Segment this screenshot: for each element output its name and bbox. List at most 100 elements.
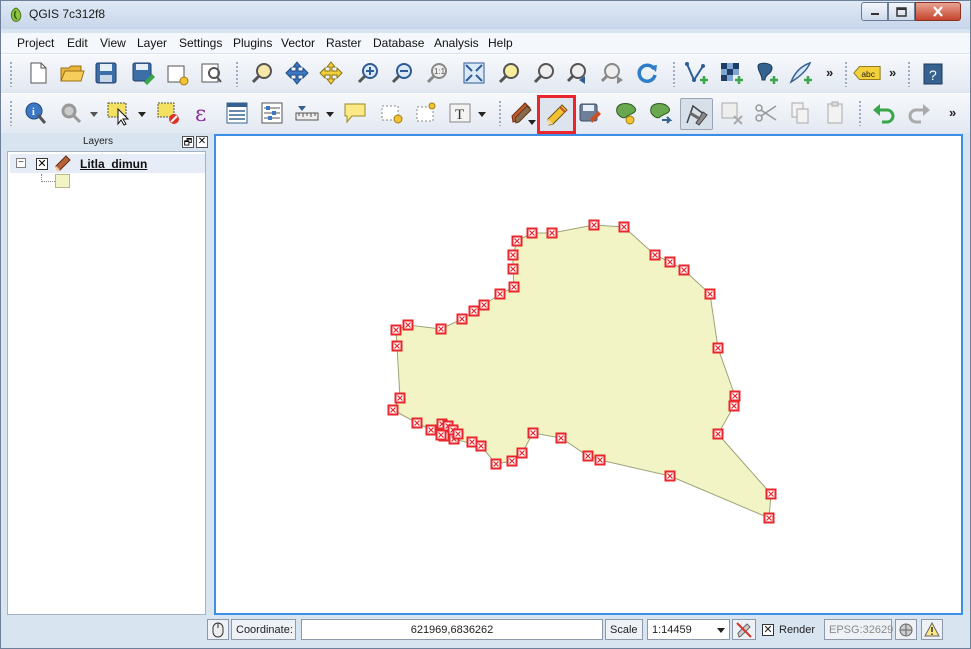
toolbar-overflow-chevron[interactable]: » — [949, 105, 956, 120]
menu-plugins[interactable]: Plugins — [233, 36, 272, 50]
close-panel-icon[interactable]: ✕ — [196, 136, 208, 148]
run-action-button[interactable] — [56, 98, 86, 128]
menu-analysis[interactable]: Analysis — [434, 36, 479, 50]
vertex-marker[interactable] — [582, 450, 594, 462]
deselect-button[interactable] — [153, 98, 183, 128]
chevron-down-icon[interactable] — [478, 110, 486, 118]
vertex-marker[interactable] — [435, 429, 447, 441]
toolbar-grip[interactable] — [844, 61, 848, 87]
vertex-marker[interactable] — [546, 227, 558, 239]
vertex-marker[interactable] — [468, 305, 480, 317]
new-project-button[interactable] — [23, 58, 53, 88]
statistics-button[interactable] — [257, 98, 287, 128]
delete-selected-button[interactable] — [717, 98, 747, 128]
vertex-marker[interactable] — [475, 440, 487, 452]
toolbar-grip[interactable] — [498, 100, 502, 126]
add-spatialite-layer-button[interactable] — [785, 58, 815, 88]
vertex-marker[interactable] — [411, 417, 423, 429]
attribute-table-button[interactable] — [222, 98, 252, 128]
vertex-marker[interactable] — [526, 227, 538, 239]
vertex-marker[interactable] — [712, 342, 724, 354]
new-print-composer-button[interactable] — [162, 58, 192, 88]
toolbar-grip[interactable] — [858, 100, 862, 126]
toolbar-overflow-chevron[interactable]: » — [889, 65, 896, 80]
vertex-marker[interactable] — [704, 288, 716, 300]
vertex-marker[interactable] — [506, 455, 518, 467]
vertex-marker[interactable] — [490, 458, 502, 470]
vertex-marker[interactable] — [729, 390, 741, 402]
vertex-marker[interactable] — [425, 424, 437, 436]
help-button[interactable]: ? — [918, 59, 948, 89]
layer-item-litla-dimun[interactable]: − ✕ Litla_dimun — [10, 154, 205, 173]
node-tool-button[interactable] — [680, 98, 713, 130]
layer-visibility-checkbox[interactable]: ✕ — [36, 158, 48, 170]
zoom-in-button[interactable] — [353, 58, 383, 88]
composer-manager-button[interactable] — [196, 58, 226, 88]
cut-features-button[interactable] — [751, 98, 781, 128]
vertex-marker[interactable] — [712, 428, 724, 440]
vertex-marker[interactable] — [649, 249, 661, 261]
menu-layer[interactable]: Layer — [137, 36, 167, 50]
messages-button[interactable] — [921, 619, 943, 640]
move-feature-button[interactable] — [646, 98, 676, 128]
add-vector-layer-button[interactable] — [681, 58, 711, 88]
menu-edit[interactable]: Edit — [67, 36, 88, 50]
refresh-button[interactable] — [632, 58, 662, 88]
minimize-button[interactable] — [861, 2, 888, 21]
maximize-button[interactable] — [888, 2, 915, 21]
vertex-marker[interactable] — [390, 324, 402, 336]
vertex-marker[interactable] — [728, 400, 740, 412]
crs-status-button[interactable]: EPSG:32629 — [824, 619, 893, 640]
add-feature-button[interactable] — [611, 98, 641, 128]
vertex-marker[interactable] — [765, 488, 777, 500]
vertex-marker[interactable] — [391, 340, 403, 352]
toolbar-grip[interactable] — [9, 61, 13, 87]
vertex-marker[interactable] — [394, 392, 406, 404]
chevron-down-icon[interactable] — [90, 110, 98, 118]
toolbar-grip[interactable] — [672, 61, 676, 87]
form-annotation-button[interactable] — [377, 98, 407, 128]
vertex-marker[interactable] — [435, 323, 447, 335]
vertex-marker[interactable] — [618, 221, 630, 233]
copy-features-button[interactable] — [785, 98, 815, 128]
collapse-toggle-icon[interactable]: − — [16, 158, 26, 168]
vertex-marker[interactable] — [387, 404, 399, 416]
vertex-marker[interactable] — [763, 512, 775, 524]
vertex-marker[interactable] — [466, 436, 478, 448]
chevron-down-icon[interactable] — [138, 110, 146, 118]
vertex-marker[interactable] — [678, 264, 690, 276]
chevron-down-icon[interactable] — [713, 620, 729, 639]
close-button[interactable] — [915, 2, 961, 21]
polygon-feature[interactable] — [392, 224, 772, 519]
zoom-full-button[interactable] — [459, 58, 489, 88]
zoom-next-button[interactable] — [597, 58, 627, 88]
render-checkbox[interactable]: ✕ — [762, 623, 774, 636]
undo-button[interactable] — [869, 98, 899, 128]
text-annotation-button[interactable]: T — [445, 98, 475, 128]
vertex-marker[interactable] — [456, 313, 468, 325]
identify-button[interactable]: i — [21, 98, 51, 128]
coordinate-field[interactable]: 621969,6836262 — [301, 619, 603, 640]
vertex-marker[interactable] — [516, 447, 528, 459]
save-edits-button[interactable] — [575, 98, 605, 128]
menu-view[interactable]: View — [100, 36, 126, 50]
vertex-marker[interactable] — [507, 263, 519, 275]
add-raster-layer-button[interactable] — [716, 58, 746, 88]
svg-annotation-button[interactable] — [412, 98, 442, 128]
layers-panel-header[interactable]: Layers 🗗 ✕ — [5, 135, 208, 150]
map-canvas[interactable] — [214, 134, 963, 615]
vertex-marker[interactable] — [508, 281, 520, 293]
toolbar-grip[interactable] — [907, 61, 911, 87]
vertex-marker[interactable] — [588, 219, 600, 231]
menu-settings[interactable]: Settings — [179, 36, 222, 50]
undock-icon[interactable]: 🗗 — [182, 136, 194, 148]
zoom-out-button[interactable] — [387, 58, 417, 88]
menu-vector[interactable]: Vector — [281, 36, 315, 50]
chevron-down-icon[interactable] — [528, 118, 536, 126]
title-bar[interactable]: QGIS 7c312f8 — [1, 1, 970, 29]
paste-features-button[interactable] — [820, 98, 850, 128]
add-postgis-layer-button[interactable] — [751, 58, 781, 88]
vertex-marker[interactable] — [664, 256, 676, 268]
select-features-button[interactable] — [104, 98, 134, 128]
toolbar-grip[interactable] — [9, 100, 13, 126]
